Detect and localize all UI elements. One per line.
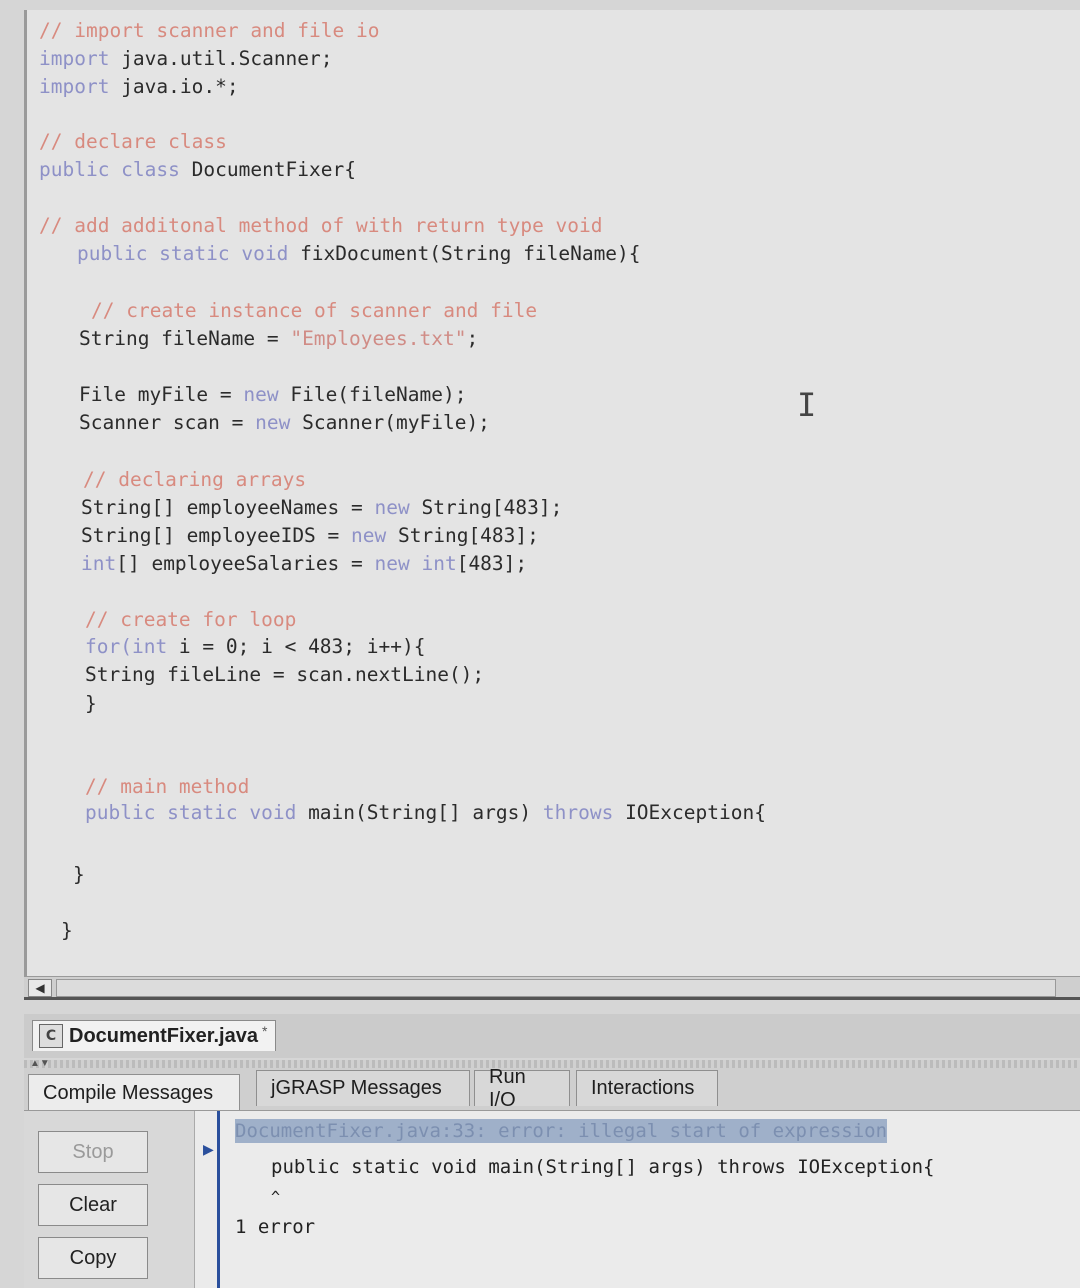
code-line: int[] employeeSalaries = new int[483]; — [81, 551, 527, 577]
output-margin-marker — [217, 1111, 220, 1288]
code-line: import java.io.*; — [39, 74, 239, 100]
code-line: // create for loop — [85, 607, 296, 633]
code-text: String[483]; — [386, 524, 539, 547]
code-text: Scanner scan = — [79, 411, 255, 434]
error-message[interactable]: DocumentFixer.java:33: error: illegal st… — [235, 1119, 887, 1143]
error-summary: 1 error — [235, 1215, 315, 1239]
code-keyword: public static void — [85, 801, 296, 824]
play-icon: ▶ — [203, 1141, 214, 1158]
code-text: File(fileName); — [279, 383, 467, 406]
code-text: DocumentFixer{ — [180, 158, 356, 181]
code-editor[interactable]: // import scanner and file io import jav… — [24, 10, 1080, 976]
code-text: ; — [466, 327, 478, 350]
code-line: import java.util.Scanner; — [39, 46, 333, 72]
code-text: Scanner(myFile); — [290, 411, 490, 434]
tab-run-io[interactable]: Run I/O — [474, 1070, 570, 1106]
code-line: public static void fixDocument(String fi… — [77, 241, 641, 267]
code-line: String[] employeeIDS = new String[483]; — [81, 523, 539, 549]
code-keyword: int — [81, 552, 116, 575]
code-text: String fileName = — [79, 327, 290, 350]
code-keyword: public class — [39, 158, 180, 181]
text-cursor-icon: I — [797, 386, 816, 424]
code-line: public class DocumentFixer{ — [39, 157, 356, 183]
code-text: fixDocument(String fileName){ — [288, 242, 640, 265]
code-text: String[483]; — [410, 496, 563, 519]
code-line: Scanner scan = new Scanner(myFile); — [79, 410, 490, 436]
code-line: } — [73, 862, 85, 888]
tab-interactions[interactable]: Interactions — [576, 1070, 718, 1106]
code-keyword: new — [375, 496, 410, 519]
message-panel: Stop Clear Copy ▶ DocumentFixer.java:33:… — [24, 1110, 1080, 1288]
code-line: } — [61, 918, 73, 944]
code-text: [] employeeSalaries = — [116, 552, 374, 575]
code-line: public static void main(String[] args) t… — [85, 800, 766, 826]
tab-jgrasp-messages[interactable]: jGRASP Messages — [256, 1070, 470, 1106]
code-keyword: new — [255, 411, 290, 434]
code-line: File myFile = new File(fileName); — [79, 382, 466, 408]
clear-button[interactable]: Clear — [38, 1184, 148, 1226]
code-text: main(String[] args) — [296, 801, 543, 824]
scroll-thumb[interactable] — [56, 979, 1056, 997]
code-line: // create instance of scanner and file — [91, 298, 537, 324]
error-caret: ^ — [271, 1185, 280, 1209]
file-tab[interactable]: C DocumentFixer.java * — [32, 1020, 276, 1051]
code-keyword: new int — [375, 552, 457, 575]
stop-button[interactable]: Stop — [38, 1131, 148, 1173]
code-text: String[] employeeIDS = — [81, 524, 351, 547]
file-tab-bar: C DocumentFixer.java * — [24, 1014, 1080, 1058]
code-keyword: new — [243, 383, 278, 406]
code-text: i = 0; i < 483; i++){ — [167, 635, 425, 658]
code-text: IOException{ — [613, 801, 766, 824]
code-line: // add additonal method of with return t… — [39, 213, 603, 239]
splitter-arrows-icon[interactable]: ▲▼ — [30, 1060, 50, 1068]
code-keyword: import — [39, 47, 109, 70]
tab-compile-messages[interactable]: Compile Messages — [28, 1074, 240, 1112]
modified-indicator: * — [262, 1023, 267, 1039]
compile-output[interactable]: ▶ DocumentFixer.java:33: error: illegal … — [194, 1111, 1080, 1288]
code-keyword: import — [39, 75, 109, 98]
code-keyword: new — [351, 524, 386, 547]
java-file-icon: C — [39, 1024, 63, 1048]
code-line: String[] employeeNames = new String[483]… — [81, 495, 562, 521]
code-line: // declaring arrays — [83, 467, 306, 493]
code-keyword: for(int — [85, 635, 167, 658]
code-line: // declare class — [39, 129, 227, 155]
code-keyword: public static void — [77, 242, 288, 265]
horizontal-scrollbar[interactable]: ◀ — [24, 976, 1080, 1000]
code-text: java.util.Scanner; — [109, 47, 332, 70]
code-text: java.io.*; — [109, 75, 238, 98]
copy-button[interactable]: Copy — [38, 1237, 148, 1279]
code-line: // main method — [85, 774, 249, 800]
code-keyword: throws — [543, 801, 613, 824]
file-tab-label: DocumentFixer.java — [69, 1025, 258, 1048]
code-line: String fileLine = scan.nextLine(); — [85, 662, 484, 688]
code-string: "Employees.txt" — [290, 327, 466, 350]
code-line: String fileName = "Employees.txt"; — [79, 326, 478, 352]
error-code-line: public static void main(String[] args) t… — [271, 1155, 934, 1179]
code-line: for(int i = 0; i < 483; i++){ — [85, 634, 425, 660]
code-line: // import scanner and file io — [39, 18, 379, 44]
code-line: } — [85, 691, 97, 717]
message-tabs: Compile Messages jGRASP Messages Run I/O… — [24, 1068, 1080, 1110]
scroll-left-icon[interactable]: ◀ — [28, 979, 52, 997]
code-text: [483]; — [457, 552, 527, 575]
code-text: String[] employeeNames = — [81, 496, 375, 519]
code-text: File myFile = — [79, 383, 243, 406]
